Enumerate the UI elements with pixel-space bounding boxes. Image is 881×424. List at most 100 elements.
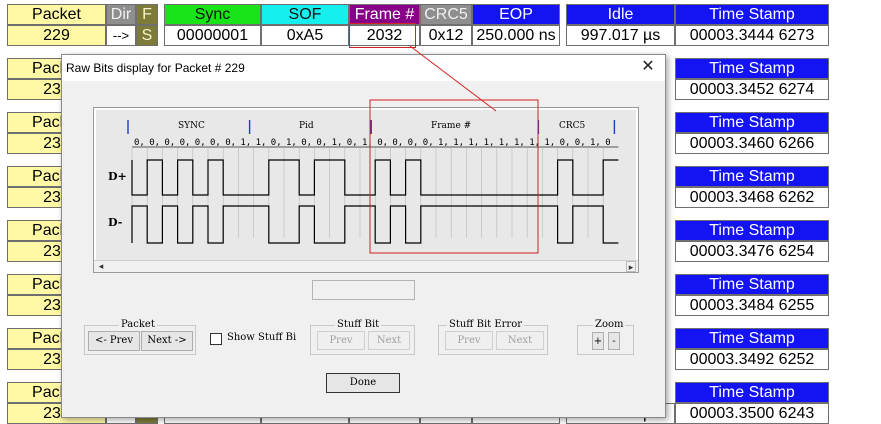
idle-header: Idle: [566, 4, 675, 25]
timestamp-value: 00003.3468 6262: [675, 187, 829, 208]
timestamp-header: Time Stamp: [675, 166, 829, 187]
timestamp-header: Time Stamp: [675, 4, 829, 25]
timestamp-value: 00003.3484 6255: [675, 295, 829, 316]
scroll-left-icon[interactable]: ◂: [96, 261, 106, 272]
f-value: S: [136, 25, 158, 46]
bit-value: 1,: [468, 138, 479, 148]
bit-value: 1,: [484, 138, 495, 148]
bit-value: 1,: [514, 138, 525, 148]
timestamp-value: 00003.3444 6273: [675, 25, 829, 46]
idle-value: 997.017 µs: [566, 25, 675, 46]
bit-value: 0,: [575, 138, 586, 148]
bit-value: 0: [605, 138, 610, 148]
field-label-crc5: CRC5: [559, 121, 586, 131]
f-header: F: [136, 4, 158, 25]
field-label-sync: SYNC: [178, 121, 205, 131]
dplus-waveform: [131, 159, 619, 196]
bit-value: 0,: [347, 138, 358, 148]
timestamp-value: 00003.3492 6252: [675, 349, 829, 370]
packet-group-label: Packet: [119, 319, 157, 331]
sync-header: Sync: [164, 4, 261, 25]
timestamp-value: 00003.3452 6274: [675, 79, 829, 100]
bit-value: 0,: [392, 138, 403, 148]
zoom-group-label: Zoom: [593, 319, 626, 331]
sof-header: SOF: [261, 4, 349, 25]
close-icon[interactable]: ✕: [639, 58, 657, 76]
bit-value: 0,: [225, 138, 236, 148]
bit-value: 1,: [453, 138, 464, 148]
crc5-value: 0x12: [420, 25, 472, 46]
bit-value: 0,: [301, 138, 312, 148]
frame-header: Frame #: [349, 4, 420, 25]
dminus-label: D-: [108, 216, 122, 229]
stuff-bit-error-group-label: Stuff Bit Error: [447, 319, 524, 331]
waveform-panel: SYNC Pid Frame # CRC5 0, 0, 0, 0, 0, 0, 0, 1, 1,…: [93, 99, 639, 273]
scroll-right-icon[interactable]: ▸: [626, 261, 636, 272]
timestamp-header: Time Stamp: [675, 112, 829, 133]
done-button[interactable]: Done: [326, 373, 400, 393]
bit-value: 1,: [332, 138, 343, 148]
bit-value: 1,: [544, 138, 555, 148]
bit-value: 0,: [149, 138, 160, 148]
zoom-out-button[interactable]: -: [608, 332, 620, 350]
waveform-svg: SYNC Pid Frame # CRC5 0, 0, 0, 0, 0, 0, 0, 1, 1,…: [108, 99, 619, 254]
bit-value: 1,: [256, 138, 267, 148]
dir-header: Dir: [106, 4, 136, 25]
field-label-frame: Frame #: [431, 121, 471, 131]
bit-value: 1,: [286, 138, 297, 148]
bit-value: 1,: [438, 138, 449, 148]
dialog-title: Raw Bits display for Packet # 229: [66, 61, 245, 75]
stuff-next-button[interactable]: Next: [368, 331, 410, 350]
bit-value: 0,: [408, 138, 419, 148]
bit-value: 1,: [362, 138, 373, 148]
zoom-in-button[interactable]: +: [592, 332, 604, 350]
timestamp-header: Time Stamp: [675, 274, 829, 295]
stuff-bit-error-group: Stuff Bit Error Prev Next: [438, 319, 548, 355]
packet-header: Packet: [7, 4, 106, 25]
show-stuff-bits-checkbox[interactable]: [210, 333, 222, 345]
timestamp-header: Time Stamp: [675, 328, 829, 349]
error-next-button[interactable]: Next: [496, 331, 544, 350]
sof-value: 0xA5: [261, 25, 349, 46]
frame-highlight-box: [349, 23, 416, 48]
zoom-group: Zoom + -: [577, 319, 634, 355]
horizontal-scrollbar[interactable]: ◂ ▸: [94, 260, 638, 272]
bit-value: 1,: [240, 138, 251, 148]
dialog-titlebar[interactable]: Raw Bits display for Packet # 229 ✕: [62, 55, 665, 81]
timestamp-value: 00003.3460 6266: [675, 133, 829, 154]
bit-value: 0,: [423, 138, 434, 148]
bit-value: 0,: [134, 138, 145, 148]
timestamp-header: Time Stamp: [675, 220, 829, 241]
dplus-label: D+: [108, 170, 127, 183]
bit-gridlines: [131, 148, 604, 238]
stuff-prev-button[interactable]: Prev: [317, 331, 365, 350]
packet-group: Packet <- Prev Next ->: [84, 319, 196, 355]
info-field[interactable]: [312, 280, 415, 300]
stuff-bit-group-label: Stuff Bit: [335, 319, 382, 331]
direction-value: -->: [106, 25, 136, 46]
bit-value: 0,: [271, 138, 282, 148]
packet-number[interactable]: 229: [7, 25, 106, 46]
eop-header: EOP: [472, 4, 560, 25]
bit-value: 0,: [164, 138, 175, 148]
show-stuff-bits-label: Show Stuff Bi: [227, 332, 297, 343]
bit-value: 0,: [560, 138, 571, 148]
timestamp-header: Time Stamp: [675, 382, 829, 403]
next-packet-button[interactable]: Next ->: [141, 331, 193, 351]
sync-value: 00000001: [164, 25, 261, 46]
field-label-pid: Pid: [299, 121, 314, 131]
dminus-waveform: [131, 205, 619, 244]
crc5-header: CRC5: [420, 4, 472, 25]
bit-value: 0,: [377, 138, 388, 148]
error-prev-button[interactable]: Prev: [445, 331, 493, 350]
bit-value: 0,: [316, 138, 327, 148]
stuff-bit-group: Stuff Bit Prev Next: [310, 319, 415, 355]
bit-value: 0,: [180, 138, 191, 148]
prev-packet-button[interactable]: <- Prev: [88, 331, 140, 351]
timestamp-value: 00003.3476 6254: [675, 241, 829, 262]
bit-value: 1,: [590, 138, 601, 148]
bit-ruler: 0, 0, 0, 0, 0, 0, 0, 1, 1, 0, 1, 0, 0, 1, 0, 1, 0, 0, 0, 0,…: [132, 138, 619, 148]
eop-value: 250.000 ns: [472, 25, 560, 46]
timestamp-value: 00003.3500 6243: [675, 403, 829, 424]
bit-value: 0,: [210, 138, 221, 148]
